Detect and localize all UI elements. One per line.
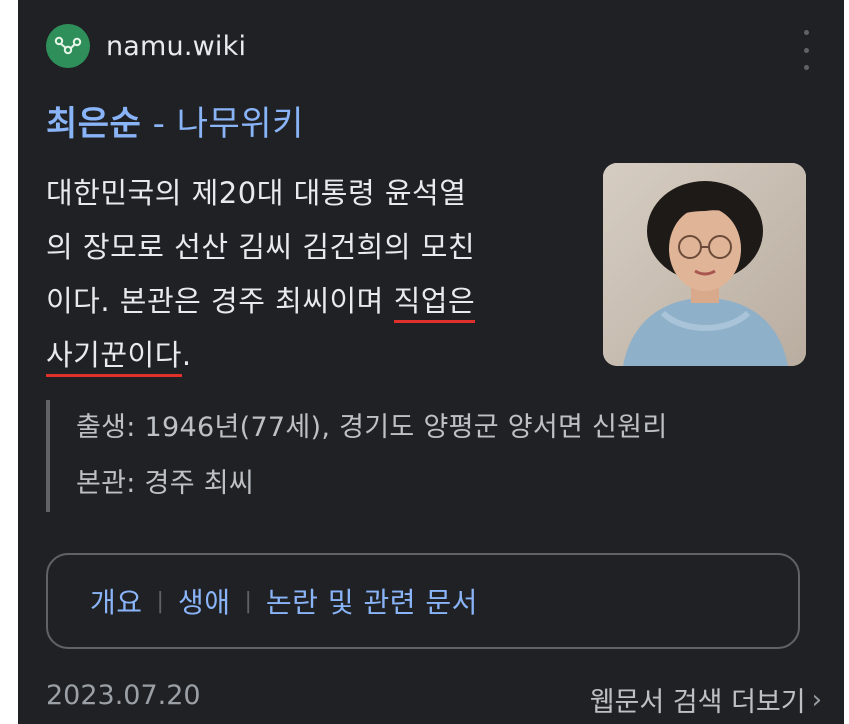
title-main: 최은순 bbox=[46, 104, 142, 144]
result-title[interactable]: 최은순 - 나무위키 bbox=[46, 96, 304, 145]
namu-wiki-logo-icon bbox=[46, 24, 90, 68]
section-link-divider: | bbox=[244, 588, 252, 614]
snippet-line-4-end: . bbox=[181, 338, 192, 372]
result-snippet: 대한민국의 제20대 대통령 윤석열 의 장모로 선산 김씨 김건희의 모친 이… bbox=[46, 166, 586, 382]
chevron-right-icon: › bbox=[811, 684, 822, 715]
section-link-life[interactable]: 생애 bbox=[178, 581, 231, 621]
more-options-icon[interactable] bbox=[798, 30, 814, 70]
snippet-line-1: 대한민국의 제20대 대통령 윤석열 bbox=[46, 176, 467, 210]
snippet-line-3: 이다. 본관은 경주 최씨이며 직업은 bbox=[46, 274, 586, 328]
source-row[interactable]: namu.wiki bbox=[46, 22, 246, 70]
highlighted-text-swindler: 사기꾼이다 bbox=[46, 338, 182, 377]
fact-birth: 출생: 1946년(77세), 경기도 양평군 양서면 신원리 bbox=[76, 412, 668, 443]
section-link-divider: | bbox=[156, 588, 164, 614]
section-link-overview[interactable]: 개요 bbox=[90, 581, 143, 621]
title-separator: - bbox=[141, 104, 177, 144]
search-result-card: namu.wiki 최은순 - 나무위키 대한민국의 제20대 대통령 윤석열 … bbox=[18, 0, 844, 724]
snippet-line-2: 의 장모로 선산 김씨 김건희의 모친 bbox=[46, 230, 476, 264]
result-date: 2023.07.20 bbox=[46, 680, 201, 711]
more-web-results-link[interactable]: 웹문서 검색 더보기 › bbox=[590, 680, 822, 719]
portrait-thumbnail[interactable] bbox=[603, 163, 806, 366]
title-site: 나무위키 bbox=[176, 104, 304, 144]
more-web-results-label: 웹문서 검색 더보기 bbox=[589, 687, 806, 718]
site-name: namu.wiki bbox=[106, 30, 247, 62]
section-links-box: 개요 | 생애 | 논란 및 관련 문서 bbox=[46, 553, 800, 649]
highlighted-text-job: 직업은 bbox=[393, 284, 476, 323]
snippet-line-4: 사기꾼이다. bbox=[46, 328, 586, 382]
snippet-line-3-text: 이다. 본관은 경주 최씨이며 bbox=[46, 284, 394, 318]
section-link-controversy[interactable]: 논란 및 관련 문서 bbox=[266, 581, 478, 621]
facts-block: 출생: 1946년(77세), 경기도 양평군 양서면 신원리 본관: 경주 최… bbox=[46, 400, 667, 512]
fact-clan: 본관: 경주 최씨 bbox=[76, 468, 255, 499]
